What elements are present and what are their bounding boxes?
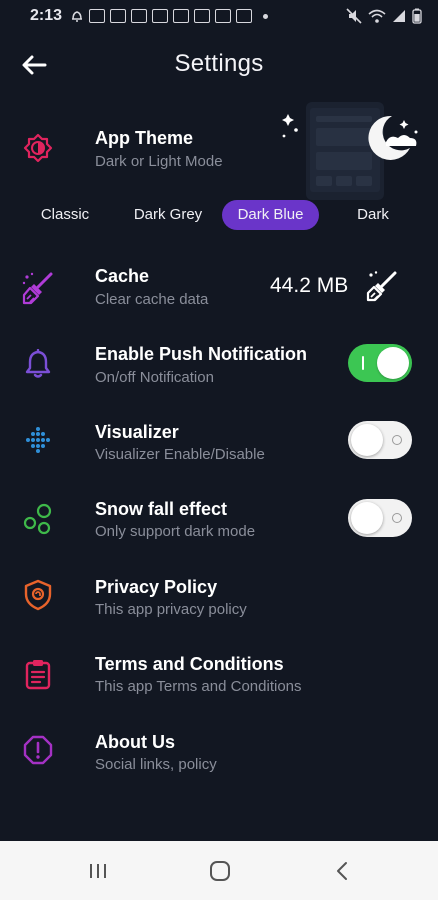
info-circle-icon [18, 730, 58, 770]
privacy-policy-row[interactable]: Privacy Policy This app privacy policy [0, 575, 438, 639]
privacy-policy-title: Privacy Policy [95, 577, 218, 597]
app-header: Settings [0, 40, 438, 90]
theme-option-dark[interactable]: Dark [340, 200, 406, 230]
snow-fall-title: Snow fall effect [95, 499, 228, 519]
waveform-icon [18, 420, 58, 460]
push-notification-subtitle: On/off Notification [95, 369, 214, 386]
alarm-icon [72, 11, 83, 22]
visualizer-title: Visualizer [95, 422, 179, 442]
notification-icon [131, 9, 148, 23]
app-theme-subtitle: Dark or Light Mode [95, 153, 223, 170]
status-time: 2:13 [30, 7, 63, 24]
page-title: Settings [174, 50, 264, 77]
cache-size-value: 44.2 MB [270, 274, 349, 297]
broom-icon [18, 268, 58, 308]
chevron-left-icon [337, 862, 347, 880]
toggle-off-indicator [392, 435, 402, 445]
clear-cache-button[interactable] [364, 268, 400, 304]
about-us-subtitle: Social links, policy [95, 756, 217, 773]
signal-icon [393, 10, 405, 22]
notification-icons [70, 9, 269, 23]
theme-option-dark-blue[interactable]: Dark Blue [222, 200, 319, 230]
home-icon [210, 861, 230, 881]
toggle-knob [377, 347, 409, 379]
battery-icon [412, 8, 422, 24]
notification-icon [152, 9, 169, 23]
system-navigation-bar [0, 841, 438, 900]
toggle-knob [351, 424, 383, 456]
terms-title: Terms and Conditions [95, 654, 284, 674]
privacy-policy-subtitle: This app privacy policy [95, 601, 247, 618]
visualizer-toggle[interactable] [348, 421, 412, 459]
notification-icon [89, 9, 106, 23]
notification-icon [215, 9, 232, 23]
bubbles-icon [18, 499, 58, 539]
theme-selector: Classic Dark Grey Dark Blue Dark [0, 198, 438, 232]
broom-icon [366, 271, 397, 302]
recent-apps-icon [90, 864, 106, 878]
home-button[interactable] [200, 855, 240, 887]
about-us-title: About Us [95, 732, 175, 752]
terms-subtitle: This app Terms and Conditions [95, 678, 302, 695]
cache-subtitle: Clear cache data [95, 291, 209, 308]
clipboard-icon [18, 654, 58, 694]
toggle-on-indicator [362, 356, 364, 370]
toggle-knob [351, 502, 383, 534]
notification-icon [173, 9, 190, 23]
shield-icon [18, 575, 58, 615]
cache-title: Cache [95, 266, 150, 286]
theme-option-classic[interactable]: Classic [26, 200, 104, 230]
snow-fall-subtitle: Only support dark mode [95, 523, 256, 540]
mute-icon [346, 8, 362, 24]
system-status-icons [346, 8, 422, 24]
wifi-icon [368, 9, 386, 23]
visualizer-subtitle: Visualizer Enable/Disable [95, 446, 265, 463]
status-bar: 2:13 [0, 0, 438, 32]
bell-icon [18, 344, 58, 384]
app-theme-row: App Theme Dark or Light Mode [0, 126, 438, 190]
more-notifications-dot [263, 13, 269, 19]
about-us-row[interactable]: About Us Social links, policy [0, 730, 438, 794]
recent-apps-button[interactable] [78, 855, 118, 887]
terms-row[interactable]: Terms and Conditions This app Terms and … [0, 652, 438, 716]
notification-icon [236, 9, 253, 23]
toggle-off-indicator [392, 513, 402, 523]
snow-fall-toggle[interactable] [348, 499, 412, 537]
notification-icon [110, 9, 127, 23]
brightness-icon [18, 128, 58, 168]
app-theme-title: App Theme [95, 128, 194, 148]
back-nav-button[interactable] [322, 855, 362, 887]
push-notification-title: Enable Push Notification [95, 344, 308, 364]
push-notification-toggle[interactable] [348, 344, 412, 382]
theme-option-dark-grey[interactable]: Dark Grey [124, 200, 212, 230]
notification-icon [194, 9, 211, 23]
